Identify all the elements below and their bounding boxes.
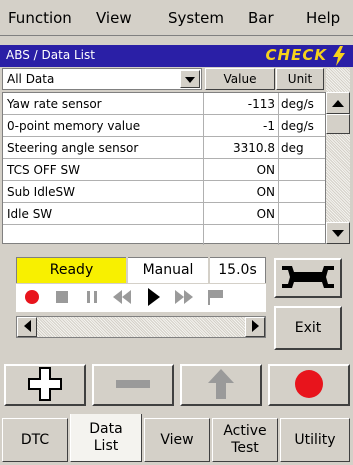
chevron-left-icon	[23, 319, 31, 335]
scroll-thumb[interactable]	[326, 114, 350, 134]
table-row[interactable]: Sub IdleSW ON	[3, 181, 325, 203]
play-button[interactable]	[140, 285, 168, 311]
stop-icon	[55, 290, 69, 307]
row-value: ON	[256, 207, 275, 221]
tab-data-list[interactable]: Data List	[70, 414, 142, 462]
table-row[interactable]: Idle SW ON	[3, 203, 325, 225]
remove-button[interactable]	[92, 364, 174, 406]
tab-label: DTC	[20, 431, 50, 448]
data-filter-select[interactable]: All Data	[2, 68, 202, 90]
row-unit: deg/s	[281, 97, 314, 111]
data-filter-value: All Data	[7, 72, 55, 86]
table-row[interactable]: Yaw rate sensor -113 deg/s	[3, 93, 325, 115]
play-icon	[147, 287, 161, 309]
chevron-up-icon	[332, 96, 344, 110]
stop-button[interactable]	[48, 285, 76, 311]
mode-indicator[interactable]: Manual	[128, 257, 208, 283]
menu-bar: Function View System Bar Help	[0, 0, 353, 36]
lightning-icon	[331, 46, 347, 69]
table-row[interactable]: TCS OFF SW ON	[3, 159, 325, 181]
menu-help[interactable]: Help	[306, 9, 340, 27]
row-unit: deg	[281, 141, 304, 155]
dropdown-button[interactable]	[180, 70, 200, 88]
scroll-up-button[interactable]	[326, 92, 350, 114]
unit-column-header[interactable]: Unit	[276, 68, 324, 90]
app-frame: Function View System Bar Help ABS / Data…	[0, 0, 353, 465]
tab-label: Active Test	[223, 423, 267, 456]
row-value: -1	[263, 119, 275, 133]
row-value: 3310.8	[233, 141, 275, 155]
flag-icon	[207, 289, 225, 308]
status-indicator: Ready	[16, 257, 126, 283]
menu-system[interactable]: System	[168, 9, 224, 27]
check-badge: CHECK	[265, 46, 327, 64]
tab-label: Data List	[89, 420, 123, 454]
title-bar: ABS / Data List CHECK	[0, 45, 353, 67]
tab-label: View	[160, 431, 194, 448]
interval-indicator[interactable]: 15.0s	[210, 257, 266, 283]
page-title: ABS / Data List	[6, 48, 95, 62]
record-icon	[24, 289, 40, 308]
row-name: Sub IdleSW	[7, 185, 76, 199]
arrow-up-icon	[208, 368, 234, 402]
menu-function[interactable]: Function	[8, 9, 72, 27]
flag-button[interactable]	[202, 285, 230, 311]
plus-icon	[27, 366, 63, 405]
record-button[interactable]	[18, 285, 46, 311]
data-table: Yaw rate sensor -113 deg/s 0-point memor…	[2, 92, 326, 245]
move-up-button[interactable]	[180, 364, 262, 406]
fast-forward-button[interactable]	[170, 285, 198, 311]
menu-view[interactable]: View	[96, 9, 132, 27]
row-value: ON	[256, 185, 275, 199]
exit-button[interactable]: Exit	[274, 306, 342, 350]
minus-icon	[115, 378, 151, 393]
wrench-button[interactable]	[274, 258, 342, 298]
chevron-down-icon	[185, 72, 195, 86]
value-column-header[interactable]: Value	[205, 68, 275, 90]
tab-active-test[interactable]: Active Test	[212, 418, 278, 462]
horizontal-scrollbar[interactable]	[16, 316, 266, 338]
record-large-button[interactable]	[268, 364, 350, 406]
row-unit: deg/s	[281, 119, 314, 133]
row-name: 0-point memory value	[7, 119, 141, 133]
fast-forward-icon	[174, 289, 194, 307]
bottom-tab-bar: DTC Data List View Active Test Utility	[0, 412, 353, 465]
add-button[interactable]	[4, 364, 86, 406]
row-name: Yaw rate sensor	[7, 97, 102, 111]
table-row[interactable]: 0-point memory value -1 deg/s	[3, 115, 325, 137]
chevron-right-icon	[251, 319, 259, 335]
vertical-scrollbar[interactable]	[326, 68, 350, 244]
list-header: All Data Value Unit	[0, 68, 353, 90]
row-name: Steering angle sensor	[7, 141, 139, 155]
rewind-button[interactable]	[108, 285, 136, 311]
scroll-left-button[interactable]	[17, 317, 37, 337]
row-name: TCS OFF SW	[7, 163, 80, 177]
record-icon	[294, 369, 324, 402]
rewind-icon	[112, 289, 132, 307]
scroll-down-button[interactable]	[326, 222, 350, 244]
table-row[interactable]: Steering angle sensor 3310.8 deg	[3, 137, 325, 159]
row-name: Idle SW	[7, 207, 53, 221]
menu-bar-item[interactable]: Bar	[248, 9, 274, 27]
pause-button[interactable]	[78, 285, 106, 311]
pause-icon	[85, 290, 99, 307]
row-value: ON	[256, 163, 275, 177]
tab-label: Utility	[294, 431, 336, 448]
tab-dtc[interactable]: DTC	[2, 418, 68, 462]
chevron-down-icon	[332, 226, 344, 240]
transport-controls	[16, 284, 266, 312]
row-value: -113	[247, 97, 275, 111]
wrench-icon	[280, 262, 336, 295]
tab-utility[interactable]: Utility	[280, 418, 350, 462]
tab-view[interactable]: View	[144, 418, 210, 462]
scroll-right-button[interactable]	[245, 317, 265, 337]
